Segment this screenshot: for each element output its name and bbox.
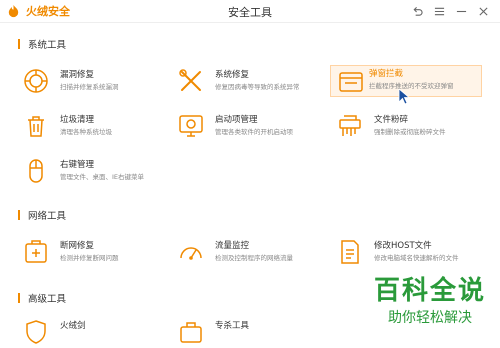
tool-desc: 修复因病毒等导致的系统异常 [215, 83, 300, 91]
tool-desc: 检测并修复断网问题 [60, 254, 119, 262]
tool-special-killer[interactable]: 专杀工具 [177, 318, 327, 348]
section-title-system: 系统工具 [18, 37, 66, 51]
tool-name: 修改HOST文件 [374, 241, 432, 251]
tool-desc: 扫描并修复系统漏洞 [60, 83, 119, 91]
trash-icon [28, 116, 44, 137]
tool-desc: 管理各类软件的开机启动项 [215, 128, 293, 136]
tool-name: 火绒剑 [60, 321, 86, 331]
wrench-screwdriver-icon [179, 69, 201, 91]
traffic-gauge-icon [180, 247, 202, 260]
shredder-icon [339, 115, 361, 136]
tool-huorong-sword[interactable]: 火绒剑 [22, 318, 172, 348]
section-title-advanced: 高级工具 [18, 291, 66, 305]
network-repair-icon [25, 240, 47, 263]
tool-network-repair[interactable]: 断网修复 检测并修复断网问题 [22, 238, 172, 268]
tool-system-repair[interactable]: 系统修复 修复因病毒等导致的系统异常 [177, 67, 327, 97]
close-button[interactable] [472, 3, 494, 19]
back-button[interactable] [406, 3, 428, 19]
tool-name: 系统修复 [215, 70, 250, 80]
tool-desc: 清理各种系统垃圾 [60, 128, 112, 136]
tool-name: 文件粉碎 [374, 115, 409, 125]
tool-name: 漏洞修复 [60, 70, 95, 80]
tool-name: 弹窗拦截 [369, 69, 404, 79]
tool-file-shredder[interactable]: 文件粉碎 强制删除或彻底粉碎文件 [336, 112, 486, 142]
tool-startup-manager[interactable]: 启动项管理 管理各类软件的开机启动项 [177, 112, 327, 142]
tool-desc: 管理文件、桌面、IE右键菜单 [60, 173, 145, 181]
tool-name: 右键管理 [60, 160, 95, 170]
tool-garbage-clean[interactable]: 垃圾清理 清理各种系统垃圾 [22, 112, 172, 142]
undo-icon [413, 6, 423, 16]
tool-traffic-monitor[interactable]: 流量监控 检测及控制程序的网络流量 [177, 238, 327, 268]
close-icon [478, 6, 488, 16]
minimize-button[interactable] [450, 3, 472, 19]
tool-name: 断网修复 [60, 241, 95, 251]
section-title-network: 网络工具 [18, 208, 66, 222]
tool-desc: 检测及控制程序的网络流量 [215, 254, 293, 262]
tool-desc: 强制删除或彻底粉碎文件 [374, 128, 446, 136]
minimize-icon [456, 10, 466, 12]
tool-name: 启动项管理 [215, 115, 258, 125]
title-bar: 火绒安全 安全工具 [0, 0, 500, 23]
shield-repair-icon [24, 69, 48, 93]
toolbox-icon [180, 322, 202, 343]
tool-context-menu[interactable]: 右键管理 管理文件、桌面、IE右键菜单 [22, 157, 172, 187]
popup-window-icon [339, 72, 363, 92]
tool-name: 流量监控 [215, 241, 250, 251]
tool-desc: 修改电脑域名快速解析的文件 [374, 254, 459, 262]
tool-name: 专杀工具 [215, 321, 250, 331]
menu-icon [434, 7, 444, 15]
watermark-subtitle: 助你轻松解决 [387, 310, 472, 326]
menu-button[interactable] [428, 3, 450, 19]
tool-name: 垃圾清理 [60, 115, 95, 125]
document-edit-icon [341, 240, 359, 264]
watermark: 百科全说 助你轻松解决 [374, 270, 486, 327]
tool-edit-host[interactable]: 修改HOST文件 修改电脑域名快速解析的文件 [336, 238, 486, 268]
startup-monitor-icon [179, 115, 203, 137]
watermark-title: 百科全说 [373, 276, 486, 306]
cursor-icon [398, 88, 411, 105]
sword-shield-icon [26, 320, 46, 344]
mouse-icon [29, 159, 43, 183]
tool-vulnerability-repair[interactable]: 漏洞修复 扫描并修复系统漏洞 [22, 67, 172, 97]
